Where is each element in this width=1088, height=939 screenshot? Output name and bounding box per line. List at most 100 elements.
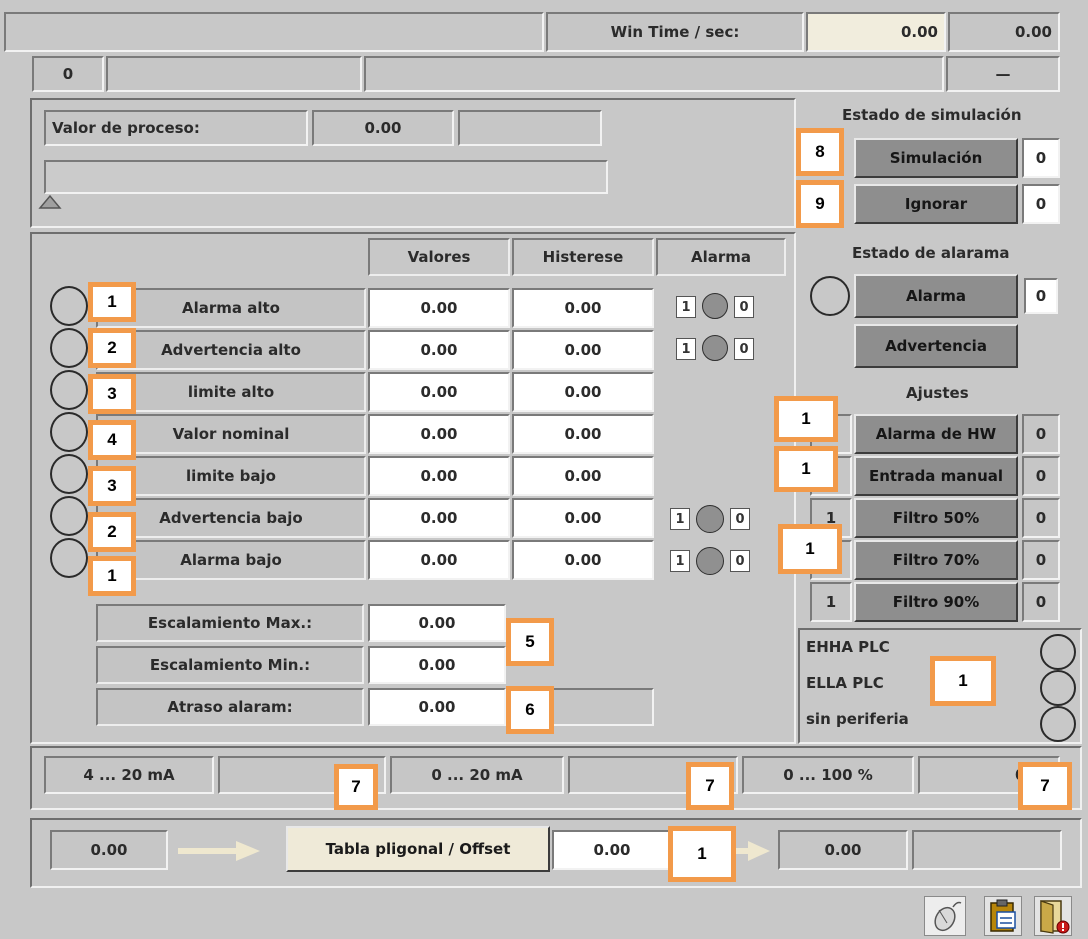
label-alarm-high: Alarma alto	[96, 288, 366, 328]
row2-blank-1	[106, 56, 362, 92]
filter-70-value: 0	[1022, 540, 1060, 580]
filter-50-button[interactable]: Filtro 50%	[854, 498, 1018, 538]
settings-title: Ajustes	[906, 384, 969, 402]
value-warning-high[interactable]: 0.00	[368, 330, 510, 370]
annotation-tag-row-4: 4	[88, 420, 136, 460]
win-time-value: 0.00	[806, 12, 946, 52]
arrow-right-icon	[178, 841, 260, 861]
alarm-high-off[interactable]: 0	[734, 296, 754, 318]
label-scaling-min: Escalamiento Min.:	[96, 646, 364, 684]
plc-line-periphery: sin periferia	[806, 710, 909, 728]
alarm-state-title: Estado de alarama	[852, 244, 1010, 262]
label-scaling-max: Escalamiento Max.:	[96, 604, 364, 642]
filter-90-left: 1	[810, 582, 852, 622]
annotation-tag-range-2: 7	[686, 762, 734, 810]
alarm-state-value: 0	[1024, 278, 1058, 314]
hyst-alarm-low[interactable]: 0.00	[512, 540, 654, 580]
annotation-tag-scaling: 5	[506, 618, 554, 666]
mouse-icon[interactable]	[924, 896, 966, 936]
alarm-button[interactable]: Alarma	[854, 274, 1018, 318]
range-0-20-label: 0 ... 20 mA	[390, 756, 564, 794]
simulation-value: 0	[1022, 138, 1060, 178]
alarm-high-on[interactable]: 1	[676, 296, 696, 318]
plc-line-ehha: EHHA PLC	[806, 638, 890, 656]
polygon-output-value: 0.00	[778, 830, 908, 870]
value-alarm-low[interactable]: 0.00	[368, 540, 510, 580]
win-time-label: Win Time / sec:	[546, 12, 804, 52]
hyst-limit-low[interactable]: 0.00	[512, 456, 654, 496]
value-alarm-delay[interactable]: 0.00	[368, 688, 506, 726]
process-pointer-icon	[38, 194, 62, 209]
alarm-low-on[interactable]: 1	[670, 550, 690, 572]
win-time-value-2: 0.00	[948, 12, 1060, 52]
row-indicator-limit-low	[50, 454, 88, 494]
row-indicator-limit-high	[50, 370, 88, 410]
filter-90-button[interactable]: Filtro 90%	[854, 582, 1018, 622]
header-valores: Valores	[368, 238, 510, 276]
manual-input-button[interactable]: Entrada manual	[854, 456, 1018, 496]
hw-alarm-value: 0	[1022, 414, 1060, 454]
polygon-output-blank	[912, 830, 1062, 870]
plc-ehha-led	[1040, 634, 1076, 670]
plc-periphery-led	[1040, 706, 1076, 742]
annotation-tag-row-1: 1	[88, 282, 136, 322]
annotation-tag-hw-alarm: 1	[774, 396, 838, 442]
ignore-button[interactable]: Ignorar	[854, 184, 1018, 224]
row-indicator-warning-low	[50, 496, 88, 536]
value-scaling-max[interactable]: 0.00	[368, 604, 506, 642]
hyst-limit-high[interactable]: 0.00	[512, 372, 654, 412]
clipboard-icon[interactable]	[984, 896, 1022, 936]
header-alarma: Alarma	[656, 238, 786, 276]
polygon-offset-value[interactable]: 0.00	[552, 830, 672, 870]
hyst-nominal[interactable]: 0.00	[512, 414, 654, 454]
label-warning-high: Advertencia alto	[96, 330, 366, 370]
faceplate-window: Win Time / sec: 0.00 0.00 0 — Valor de p…	[0, 0, 1088, 939]
value-warning-low[interactable]: 0.00	[368, 498, 510, 538]
value-limit-high[interactable]: 0.00	[368, 372, 510, 412]
row-indicator-warning-high	[50, 328, 88, 368]
process-value: 0.00	[312, 110, 454, 146]
alarm-low-off[interactable]: 0	[730, 550, 750, 572]
label-alarm-delay: Atraso alaram:	[96, 688, 364, 726]
exit-door-icon[interactable]	[1034, 896, 1072, 936]
range-0-100-label: 0 ... 100 %	[742, 756, 914, 794]
annotation-tag-plc: 1	[930, 656, 996, 706]
row-indicator-alarm-high	[50, 286, 88, 326]
value-limit-low[interactable]: 0.00	[368, 456, 510, 496]
annotation-tag-filters: 1	[778, 524, 842, 574]
annotation-tag-row-2: 2	[88, 328, 136, 368]
value-scaling-min[interactable]: 0.00	[368, 646, 506, 684]
manual-input-value: 0	[1022, 456, 1060, 496]
annotation-tag-offset: 1	[668, 826, 736, 882]
annotation-tag-row-7: 1	[88, 556, 136, 596]
row2-blank-2	[364, 56, 944, 92]
label-limit-high: limite alto	[96, 372, 366, 412]
hyst-alarm-high[interactable]: 0.00	[512, 288, 654, 328]
warning-high-off[interactable]: 0	[734, 338, 754, 360]
annotation-tag-ignore: 9	[796, 180, 844, 228]
warning-button[interactable]: Advertencia	[854, 324, 1018, 368]
annotation-tag-manual-input: 1	[774, 446, 838, 492]
filter-70-button[interactable]: Filtro 70%	[854, 540, 1018, 580]
plc-ella-led	[1040, 670, 1076, 706]
annotation-tag-row-3: 3	[88, 374, 136, 414]
hw-alarm-button[interactable]: Alarma de HW	[854, 414, 1018, 454]
value-alarm-high[interactable]: 0.00	[368, 288, 510, 328]
label-alarm-low: Alarma bajo	[96, 540, 366, 580]
polygon-table-button[interactable]: Tabla pligonal / Offset	[286, 826, 550, 872]
label-warning-low: Advertencia bajo	[96, 498, 366, 538]
annotation-tag-delay: 6	[506, 686, 554, 734]
alarm-high-led	[702, 293, 728, 319]
process-label: Valor de proceso:	[44, 110, 308, 146]
ignore-value: 0	[1022, 184, 1060, 224]
hyst-warning-low[interactable]: 0.00	[512, 498, 654, 538]
warning-high-led	[702, 335, 728, 361]
value-nominal[interactable]: 0.00	[368, 414, 510, 454]
annotation-tag-row-5: 3	[88, 466, 136, 506]
warning-high-on[interactable]: 1	[676, 338, 696, 360]
warning-low-on[interactable]: 1	[670, 508, 690, 530]
simulation-title: Estado de simulación	[842, 106, 1022, 124]
simulation-button[interactable]: Simulación	[854, 138, 1018, 178]
warning-low-off[interactable]: 0	[730, 508, 750, 530]
hyst-warning-high[interactable]: 0.00	[512, 330, 654, 370]
